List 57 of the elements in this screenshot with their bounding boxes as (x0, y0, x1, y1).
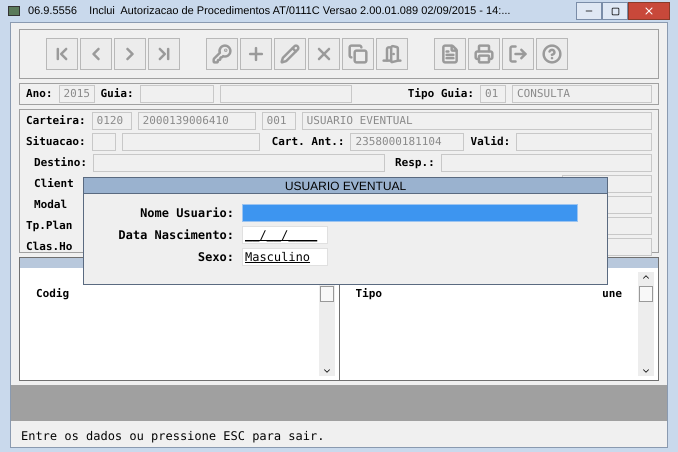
field-label: Valid: (470, 134, 510, 150)
copy-icon (348, 44, 368, 64)
printer-icon (474, 44, 494, 64)
input-field[interactable]: Masculino (242, 248, 328, 266)
column-header[interactable]: une (602, 286, 622, 302)
field-label: Data Nascimento: (117, 227, 234, 244)
field-label: Carteira: (26, 112, 86, 129)
status-text: Entre os dados ou pressione ESC para sair. (21, 428, 324, 445)
input-field[interactable] (140, 85, 214, 103)
window-title: 06.9.5556 Inclui Autorizacao de Procedimentos AT/0111C Versao 2.00.01.089 02/09/2015 - 14:... (28, 4, 510, 19)
field-label: Guia: (100, 86, 134, 102)
field-label: Modal (34, 196, 68, 213)
close-button[interactable] (628, 2, 670, 20)
input-field[interactable] (122, 133, 260, 151)
input-field[interactable] (92, 133, 116, 151)
dialog-title: USUARIO EVENTUAL (284, 178, 406, 194)
field-label: Cart. Ant.: (272, 134, 344, 150)
scroll-thumb[interactable] (639, 286, 653, 302)
scroll-thumb[interactable] (320, 286, 334, 302)
input-field[interactable]: 01 (480, 85, 506, 103)
field-label: Sexo: (196, 249, 234, 266)
column-header[interactable]: Codig (36, 286, 70, 302)
door-icon (382, 44, 402, 64)
input-field[interactable] (516, 133, 652, 151)
field-label: Nome Usuario: (139, 205, 234, 222)
field-label: Destino: (34, 154, 87, 171)
close-icon (643, 5, 655, 17)
scrollbar[interactable] (638, 272, 654, 376)
exit-icon (508, 44, 528, 64)
column-header[interactable]: Tipo (356, 286, 382, 302)
maximize-button[interactable] (602, 2, 628, 20)
input-field[interactable]: 2000139006410 (138, 112, 256, 130)
field-label: Client (34, 176, 74, 192)
field-label: Situacao: (26, 134, 86, 150)
input-field[interactable]: 2015 (58, 85, 94, 103)
input-field[interactable]: CONSULTA (512, 85, 652, 103)
pencil-icon (280, 44, 300, 64)
field-label: Tp.Plan (26, 218, 72, 234)
input-field[interactable]: __/__/____ (242, 226, 328, 244)
plus-icon (246, 44, 266, 64)
field-label: Tipo Guia: (408, 86, 474, 102)
key-icon (212, 44, 232, 64)
input-field[interactable] (440, 154, 652, 172)
field-label: Ano: (26, 86, 52, 102)
input-field[interactable]: USUARIO EVENTUAL (302, 112, 652, 130)
input-field[interactable] (92, 154, 385, 172)
maximize-icon (610, 6, 620, 16)
document-icon (440, 44, 460, 64)
input-field[interactable] (242, 204, 578, 222)
input-field[interactable]: 0120 (92, 112, 132, 130)
app-icon (8, 6, 20, 16)
field-label: Clas.Ho (26, 238, 72, 255)
input-field[interactable]: 001 (262, 112, 296, 130)
input-field[interactable] (220, 85, 352, 103)
field-label: Resp.: (394, 154, 435, 171)
input-field[interactable]: 2358000181104 (350, 133, 464, 151)
help-icon (542, 44, 562, 64)
